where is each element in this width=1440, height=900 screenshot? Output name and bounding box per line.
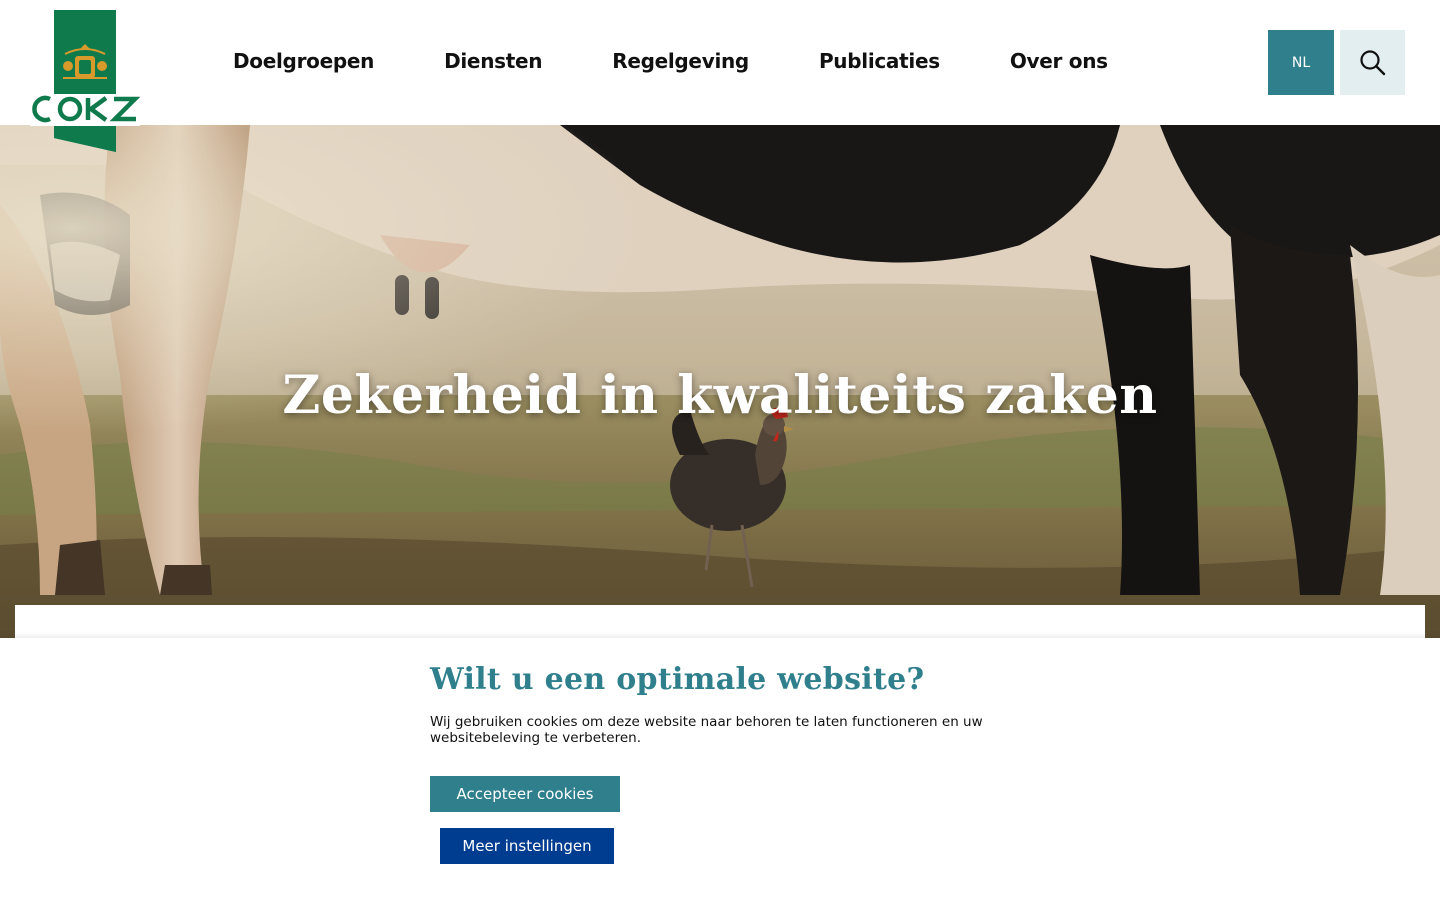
hero-title: Zekerheid in kwaliteits zaken bbox=[282, 365, 1158, 426]
site-header: Doelgroepen Diensten Regelgeving Publica… bbox=[0, 0, 1440, 125]
cookie-title: Wilt u een optimale website? bbox=[430, 662, 925, 697]
nav-regelgeving[interactable]: Regelgeving bbox=[612, 49, 749, 73]
main-nav: Doelgroepen Diensten Regelgeving Publica… bbox=[233, 46, 1108, 76]
cokz-logo[interactable] bbox=[30, 10, 141, 152]
nav-diensten[interactable]: Diensten bbox=[444, 49, 542, 73]
cookie-banner: Wilt u een optimale website? Wij gebruik… bbox=[0, 638, 1440, 900]
hero-banner: Zekerheid in kwaliteits zaken bbox=[0, 125, 1440, 640]
search-icon bbox=[1359, 49, 1385, 75]
cokz-logo-graphic bbox=[30, 10, 141, 152]
language-button[interactable]: NL bbox=[1268, 30, 1334, 95]
cookie-text: Wij gebruiken cookies om deze website na… bbox=[430, 714, 983, 746]
more-settings-button[interactable]: Meer instellingen bbox=[440, 828, 614, 864]
nav-doelgroepen[interactable]: Doelgroepen bbox=[233, 49, 374, 73]
nav-over-ons[interactable]: Over ons bbox=[1010, 49, 1108, 73]
search-button[interactable] bbox=[1340, 30, 1405, 95]
accept-cookies-button[interactable]: Accepteer cookies bbox=[430, 776, 620, 812]
nav-publicaties[interactable]: Publicaties bbox=[819, 49, 940, 73]
